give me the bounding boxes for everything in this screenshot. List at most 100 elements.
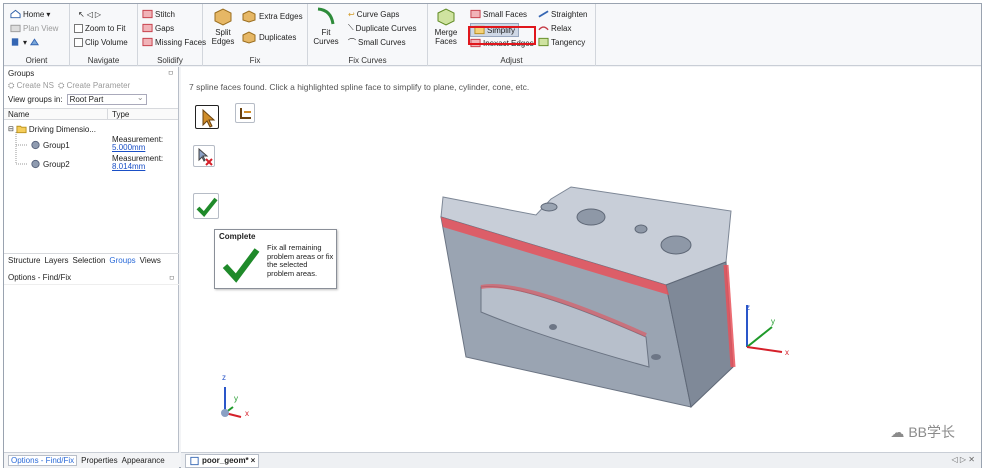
part-model[interactable] [421, 167, 751, 417]
document-tab-bar: poor_geom* × ◁ ▷ ✕ [181, 452, 981, 468]
view-groups-label: View groups in: [8, 94, 63, 104]
pin-icon[interactable]: ㅁ [168, 67, 178, 80]
fit-curves-button[interactable]: Fit Curves [312, 6, 340, 46]
tooltip-body: Fix all remaining problem areas or fix t… [267, 243, 334, 278]
tree-item-group1[interactable]: Group1 [30, 140, 70, 150]
tab-selection[interactable]: Selection [72, 256, 105, 265]
group2-label: Group2 [43, 159, 70, 169]
duplicate-curves-icon: ⟍ [348, 23, 354, 32]
extra-edges-label: Extra Edges [259, 11, 303, 21]
group-icon [31, 140, 40, 150]
duplicates-icon [242, 30, 256, 44]
create-ns-button[interactable]: ⛭ Create NS [8, 81, 54, 91]
forward-icon[interactable]: ▷ [95, 10, 101, 19]
plan-view-label: Plan View [23, 23, 59, 33]
adjust-group-label: Adjust [500, 56, 523, 65]
view-axis-z-label: z [222, 373, 226, 382]
zoom-to-fit-check[interactable] [74, 23, 83, 33]
tab-options-find-fix[interactable]: Options - Find/Fix [8, 455, 78, 466]
select-exclusion-tool[interactable] [235, 103, 255, 123]
curve-gaps-icon: ↩ [348, 9, 355, 19]
small-curves-icon: ⌒ [348, 37, 356, 47]
duplicates-label: Duplicates [259, 32, 297, 42]
back-icon[interactable]: ◁ [87, 10, 93, 19]
duplicate-curves-button[interactable]: ⟍ Duplicate Curves [348, 22, 417, 34]
group-icon [31, 159, 40, 169]
small-curves-button[interactable]: ⌒ Small Curves [348, 36, 406, 48]
tab-appearance[interactable]: Appearance [122, 456, 165, 465]
cube-icon [11, 38, 19, 46]
simplify-highlight-box [468, 26, 536, 45]
group2-measurement: Measurement: 8.014mm [112, 155, 163, 171]
small-curves-label: Small Curves [358, 37, 406, 47]
straighten-label: Straighten [551, 9, 588, 19]
curve-gaps-button[interactable]: ↩ Curve Gaps [348, 8, 399, 20]
folder-label: Driving Dimensio... [28, 124, 97, 134]
group2-value-link[interactable]: 8.014mm [112, 163, 163, 171]
small-faces-button[interactable]: Small Faces [470, 8, 527, 20]
view-groups-select[interactable]: Root Part [66, 93, 147, 105]
navigate-group-label: Navigate [87, 56, 120, 65]
extra-edges-button[interactable]: Extra Edges [241, 9, 303, 23]
clip-volume-checkbox[interactable]: Clip Volume [74, 36, 128, 48]
3d-viewport[interactable]: 7 spline faces found. Click a highlighte… [181, 67, 981, 452]
groups-toolbar: ⛭ Create NS ⛭ Create Parameter [4, 80, 178, 92]
merge-faces-label: Merge Faces [434, 28, 458, 46]
document-icon [190, 456, 199, 465]
complete-tool[interactable] [193, 193, 219, 219]
zoom-to-fit-checkbox[interactable]: Zoom to Fit [74, 22, 125, 34]
duplicates-button[interactable]: Duplicates [241, 30, 297, 44]
fit-curves-label: Fit Curves [313, 28, 339, 46]
collapse-icon[interactable]: ⊟ [8, 125, 14, 133]
document-tab-label: poor_geom* [202, 456, 249, 465]
watermark: ☁ BB学长 [890, 422, 955, 442]
options-panel-header: Options - Find/Fix ㅁ [4, 273, 179, 285]
wechat-icon: ☁ [890, 423, 905, 440]
close-icon[interactable]: × [251, 456, 256, 465]
create-parameter-button[interactable]: ⛭ Create Parameter [58, 81, 130, 91]
curve-gaps-label: Curve Gaps [356, 9, 400, 19]
app-window: Home▾ Plan View ▾ Orient ↖ ◁ ▷ Zoom to [3, 3, 982, 468]
plan-view-button[interactable]: Plan View [10, 22, 58, 34]
split-edges-label: Split Edges [211, 28, 235, 46]
tab-properties[interactable]: Properties [81, 456, 117, 465]
exclude-problem-tool[interactable] [193, 145, 215, 167]
tab-views[interactable]: Views [140, 256, 161, 265]
view-cube-button[interactable]: ▾ [10, 36, 40, 48]
orbit-icon [29, 38, 40, 46]
stitch-button[interactable]: Stitch [142, 8, 175, 20]
select-problem-tool[interactable] [195, 105, 219, 129]
gaps-label: Gaps [155, 23, 175, 33]
straighten-icon [538, 10, 549, 18]
stitch-icon [142, 9, 153, 19]
merge-faces-button[interactable]: Merge Faces [432, 6, 460, 46]
split-edges-button[interactable]: Split Edges [208, 6, 238, 46]
tab-layers[interactable]: Layers [44, 256, 68, 265]
missing-faces-icon [142, 37, 153, 47]
tab-groups[interactable]: Groups [109, 256, 135, 265]
home-label: Home [23, 9, 45, 19]
home-button[interactable]: Home ▾ [10, 8, 50, 20]
straighten-button[interactable]: Straighten [538, 8, 587, 20]
tab-structure[interactable]: Structure [8, 256, 40, 265]
tree-item-group2[interactable]: Group2 [30, 159, 70, 169]
relax-button[interactable]: Relax [538, 22, 571, 34]
options-panel-title: Options - Find/Fix [8, 273, 72, 282]
select-arrow-icon[interactable]: ↖ [78, 10, 85, 19]
document-tab-poor-geom[interactable]: poor_geom* × [185, 453, 260, 468]
pin-icon[interactable]: ㅁ [169, 273, 179, 284]
plan-view-icon [10, 24, 21, 33]
document-tab-nav[interactable]: ◁ ▷ ✕ [952, 455, 975, 464]
groups-panel-title: Groups [8, 69, 35, 78]
tangency-button[interactable]: Tangency [538, 36, 585, 48]
zoom-to-fit-label: Zoom to Fit [85, 23, 126, 33]
gaps-button[interactable]: Gaps [142, 22, 174, 34]
fix-curves-group: Fit Curves ↩ Curve Gaps ⟍ Duplicate Curv… [308, 4, 428, 66]
part-axis-y-label: y [771, 317, 775, 326]
clip-volume-check[interactable] [74, 37, 83, 47]
solidify-group-label: Solidify [157, 56, 183, 65]
group1-value-link[interactable]: 5.000mm [112, 144, 163, 152]
missing-faces-button[interactable]: Missing Faces [142, 36, 206, 48]
column-type: Type [112, 110, 130, 119]
view-groups-row: View groups in: Root Part [4, 92, 178, 106]
